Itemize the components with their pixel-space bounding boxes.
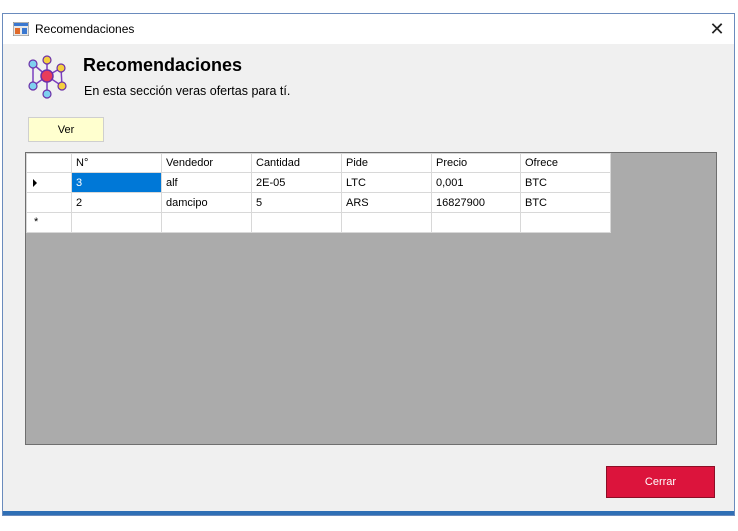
table-cell[interactable]: 3 (71, 172, 162, 193)
page-subtitle: En esta sección veras ofertas para tí. (84, 84, 291, 98)
table-cell[interactable] (71, 212, 162, 233)
table-row[interactable]: 2 damcipo 5 ARS 16827900 BTC (26, 192, 611, 213)
table-cell[interactable] (251, 212, 342, 233)
recommendations-grid[interactable]: N° Vendedor Cantidad Pide Precio Ofrece … (25, 152, 717, 445)
recomendaciones-window: Recomendaciones ✕ Recomendaciones En est… (2, 13, 735, 516)
table-cell[interactable]: BTC (520, 172, 611, 193)
table-cell[interactable]: 16827900 (431, 192, 521, 213)
column-header-precio[interactable]: Precio (431, 153, 521, 173)
row-header-new[interactable]: * (26, 212, 72, 233)
row-header-corner[interactable] (26, 153, 72, 173)
cerrar-button[interactable]: Cerrar (606, 466, 715, 498)
ver-button[interactable]: Ver (28, 117, 104, 142)
close-icon: ✕ (709, 18, 725, 39)
table-cell[interactable]: LTC (341, 172, 432, 193)
table-cell[interactable]: 2 (71, 192, 162, 213)
table-cell[interactable]: damcipo (161, 192, 252, 213)
row-header[interactable] (26, 192, 72, 213)
table-cell[interactable]: ARS (341, 192, 432, 213)
table-cell[interactable] (520, 212, 611, 233)
table-cell[interactable] (341, 212, 432, 233)
table-cell[interactable] (161, 212, 252, 233)
table-cell[interactable]: 5 (251, 192, 342, 213)
close-window-button[interactable]: ✕ (700, 14, 734, 44)
column-header-vendedor[interactable]: Vendedor (161, 153, 252, 173)
table-header-row: N° Vendedor Cantidad Pide Precio Ofrece (26, 153, 611, 173)
row-header-current[interactable] (26, 172, 72, 193)
recommendations-table: N° Vendedor Cantidad Pide Precio Ofrece … (26, 153, 611, 233)
window-title: Recomendaciones (35, 22, 135, 36)
column-header-numero[interactable]: N° (71, 153, 162, 173)
table-cell[interactable]: 0,001 (431, 172, 521, 193)
window-bottom-border (3, 511, 734, 515)
current-row-arrow-icon (33, 179, 37, 187)
table-cell[interactable]: 2E-05 (251, 172, 342, 193)
column-header-pide[interactable]: Pide (341, 153, 432, 173)
column-header-cantidad[interactable]: Cantidad (251, 153, 342, 173)
page-title: Recomendaciones (83, 55, 243, 75)
column-header-ofrece[interactable]: Ofrece (520, 153, 611, 173)
network-recommendations-icon (28, 55, 67, 99)
table-cell[interactable]: BTC (520, 192, 611, 213)
table-row[interactable]: 3 alf 2E-05 LTC 0,001 BTC (26, 172, 611, 193)
table-cell[interactable]: alf (161, 172, 252, 193)
title-bar: Recomendaciones ✕ (3, 14, 734, 44)
new-row[interactable]: * (26, 212, 611, 233)
table-cell[interactable] (431, 212, 521, 233)
app-form-icon (13, 22, 29, 36)
new-row-marker-icon: * (34, 216, 39, 228)
